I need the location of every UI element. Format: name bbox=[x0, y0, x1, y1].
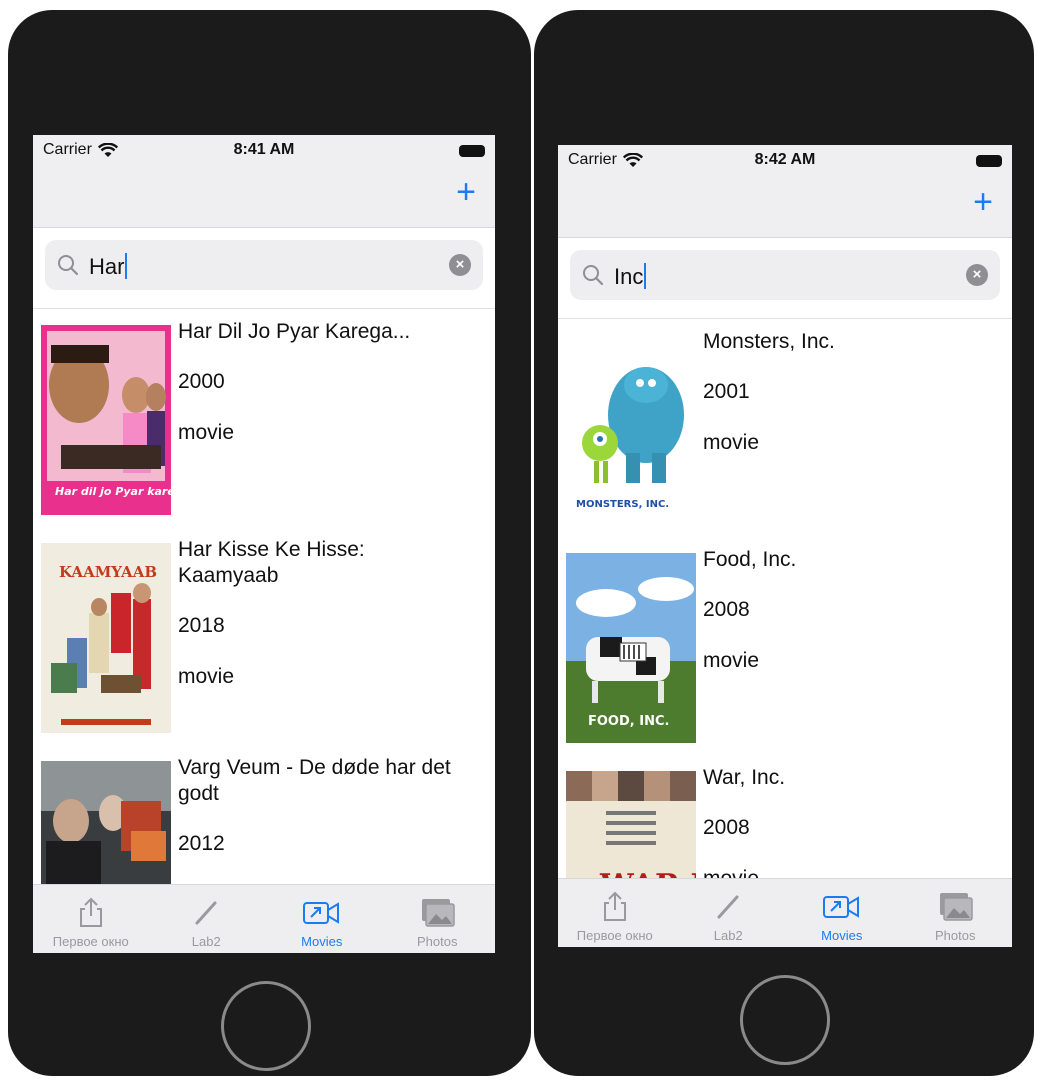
search-bar: Har × bbox=[33, 228, 495, 309]
tab-label: Lab2 bbox=[191, 934, 221, 949]
search-value: Inc bbox=[614, 264, 644, 289]
tab-photos[interactable]: Photos bbox=[899, 879, 1013, 947]
add-button[interactable]: + bbox=[968, 185, 998, 219]
movie-year: 2008 bbox=[703, 598, 750, 621]
tab-lab2[interactable]: Lab2 bbox=[672, 879, 786, 947]
poster-caption: MONSTERS, INC. bbox=[576, 499, 669, 510]
navigation-bar: + bbox=[558, 179, 1012, 238]
status-time: 8:42 AM bbox=[754, 151, 816, 168]
movie-title: Har Kisse Ke Hisse: Kaamyaab bbox=[178, 538, 365, 587]
status-bar: Carrier 8:42 AM bbox=[558, 145, 1012, 179]
tab-label: Первое окно bbox=[52, 934, 129, 949]
tab-label: Photos bbox=[417, 934, 458, 949]
search-input[interactable]: Inc × bbox=[570, 250, 1000, 300]
tab-label: Movies bbox=[821, 928, 863, 943]
navigation-bar: + bbox=[33, 169, 495, 228]
left-screen: Carrier 8:41 AM + Har × Har dil jo Pyar … bbox=[33, 135, 495, 953]
left-phone: Carrier 8:41 AM + Har × Har dil jo Pyar … bbox=[8, 10, 531, 1076]
poster-caption: Har dil jo Pyar karega... bbox=[55, 485, 171, 498]
poster-caption: FOOD, INC. bbox=[588, 714, 669, 729]
home-button[interactable] bbox=[221, 981, 311, 1071]
tab-bar: Первое окно Lab2 Movies Photos bbox=[558, 878, 1012, 947]
movie-type: movie bbox=[178, 665, 235, 688]
tab-movies[interactable]: Movies bbox=[785, 879, 899, 947]
status-bar: Carrier 8:41 AM bbox=[33, 135, 495, 169]
battery-icon bbox=[976, 155, 1002, 167]
movie-title: War, Inc. bbox=[703, 766, 786, 789]
search-input[interactable]: Har × bbox=[45, 240, 483, 290]
pencil-icon bbox=[195, 901, 217, 925]
tab-label: Photos bbox=[935, 928, 976, 943]
movie-title: Monsters, Inc. bbox=[703, 330, 835, 353]
tab-first-window[interactable]: Первое окно bbox=[33, 885, 149, 953]
movie-poster: Har dil jo Pyar karega... bbox=[41, 325, 171, 515]
right-screen: Carrier 8:42 AM + Inc × MONSTERS, INC. M… bbox=[558, 145, 1012, 947]
pencil-icon bbox=[717, 895, 739, 919]
movie-poster: WAR INC bbox=[566, 771, 696, 879]
photos-icon bbox=[422, 899, 455, 927]
movie-title: Har Dil Jo Pyar Karega... bbox=[178, 320, 411, 343]
tab-label: Lab2 bbox=[713, 928, 743, 943]
list-item[interactable]: WAR INC War, Inc. 2008 movie bbox=[558, 755, 1012, 879]
list-item[interactable]: Varg Veum - De døde har det godt 2012 mo… bbox=[33, 745, 495, 885]
tab-label: Movies bbox=[301, 934, 343, 949]
movie-type: movie bbox=[178, 421, 235, 444]
text-caret bbox=[644, 263, 647, 289]
search-icon bbox=[583, 265, 604, 286]
search-value: Har bbox=[89, 254, 125, 279]
movie-year: 2008 bbox=[703, 816, 750, 839]
tab-first-window[interactable]: Первое окно bbox=[558, 879, 672, 947]
text-caret bbox=[125, 253, 128, 279]
tab-movies[interactable]: Movies bbox=[264, 885, 380, 953]
movie-type: movie bbox=[703, 431, 760, 454]
search-bar: Inc × bbox=[558, 238, 1012, 319]
poster-caption: KAAMYAAB bbox=[59, 563, 157, 581]
add-button[interactable]: + bbox=[451, 175, 481, 209]
right-phone: Carrier 8:42 AM + Inc × MONSTERS, INC. M… bbox=[534, 10, 1034, 1076]
video-icon bbox=[302, 902, 339, 924]
movie-type: movie bbox=[703, 649, 760, 672]
list-item[interactable]: FOOD, INC. Food, Inc. 2008 movie bbox=[558, 537, 1012, 755]
tab-label: Первое окно bbox=[576, 928, 653, 943]
tab-photos[interactable]: Photos bbox=[380, 885, 496, 953]
share-icon bbox=[79, 897, 102, 927]
results-list: Har dil jo Pyar karega... Har Dil Jo Pya… bbox=[33, 309, 495, 885]
list-item[interactable]: Har dil jo Pyar karega... Har Dil Jo Pya… bbox=[33, 309, 495, 527]
movie-year: 2012 bbox=[178, 832, 225, 855]
tab-lab2[interactable]: Lab2 bbox=[149, 885, 265, 953]
video-icon bbox=[822, 896, 859, 918]
list-item[interactable]: MONSTERS, INC. Monsters, Inc. 2001 movie bbox=[558, 319, 1012, 537]
clear-search-icon[interactable]: × bbox=[966, 264, 988, 286]
search-icon bbox=[58, 255, 79, 276]
photos-icon bbox=[940, 893, 973, 921]
clear-search-icon[interactable]: × bbox=[449, 254, 471, 276]
status-time: 8:41 AM bbox=[233, 141, 295, 158]
movie-poster bbox=[41, 761, 171, 885]
tab-bar: Первое окно Lab2 Movies Photos bbox=[33, 884, 495, 953]
home-button[interactable] bbox=[740, 975, 830, 1065]
movie-title: Varg Veum - De døde har det godt bbox=[178, 756, 451, 805]
movie-year: 2000 bbox=[178, 370, 225, 393]
share-icon bbox=[603, 891, 626, 921]
movie-year: 2018 bbox=[178, 614, 225, 637]
movie-poster: KAAMYAAB bbox=[41, 543, 171, 733]
results-list: MONSTERS, INC. Monsters, Inc. 2001 movie bbox=[558, 319, 1012, 879]
movie-poster: MONSTERS, INC. bbox=[566, 335, 696, 525]
movie-title: Food, Inc. bbox=[703, 548, 797, 571]
movie-year: 2001 bbox=[703, 380, 750, 403]
movie-poster: FOOD, INC. bbox=[566, 553, 696, 743]
list-item[interactable]: KAAMYAAB Har Kisse Ke Hisse: Kaamyaab 20… bbox=[33, 527, 495, 745]
battery-icon bbox=[459, 145, 485, 157]
